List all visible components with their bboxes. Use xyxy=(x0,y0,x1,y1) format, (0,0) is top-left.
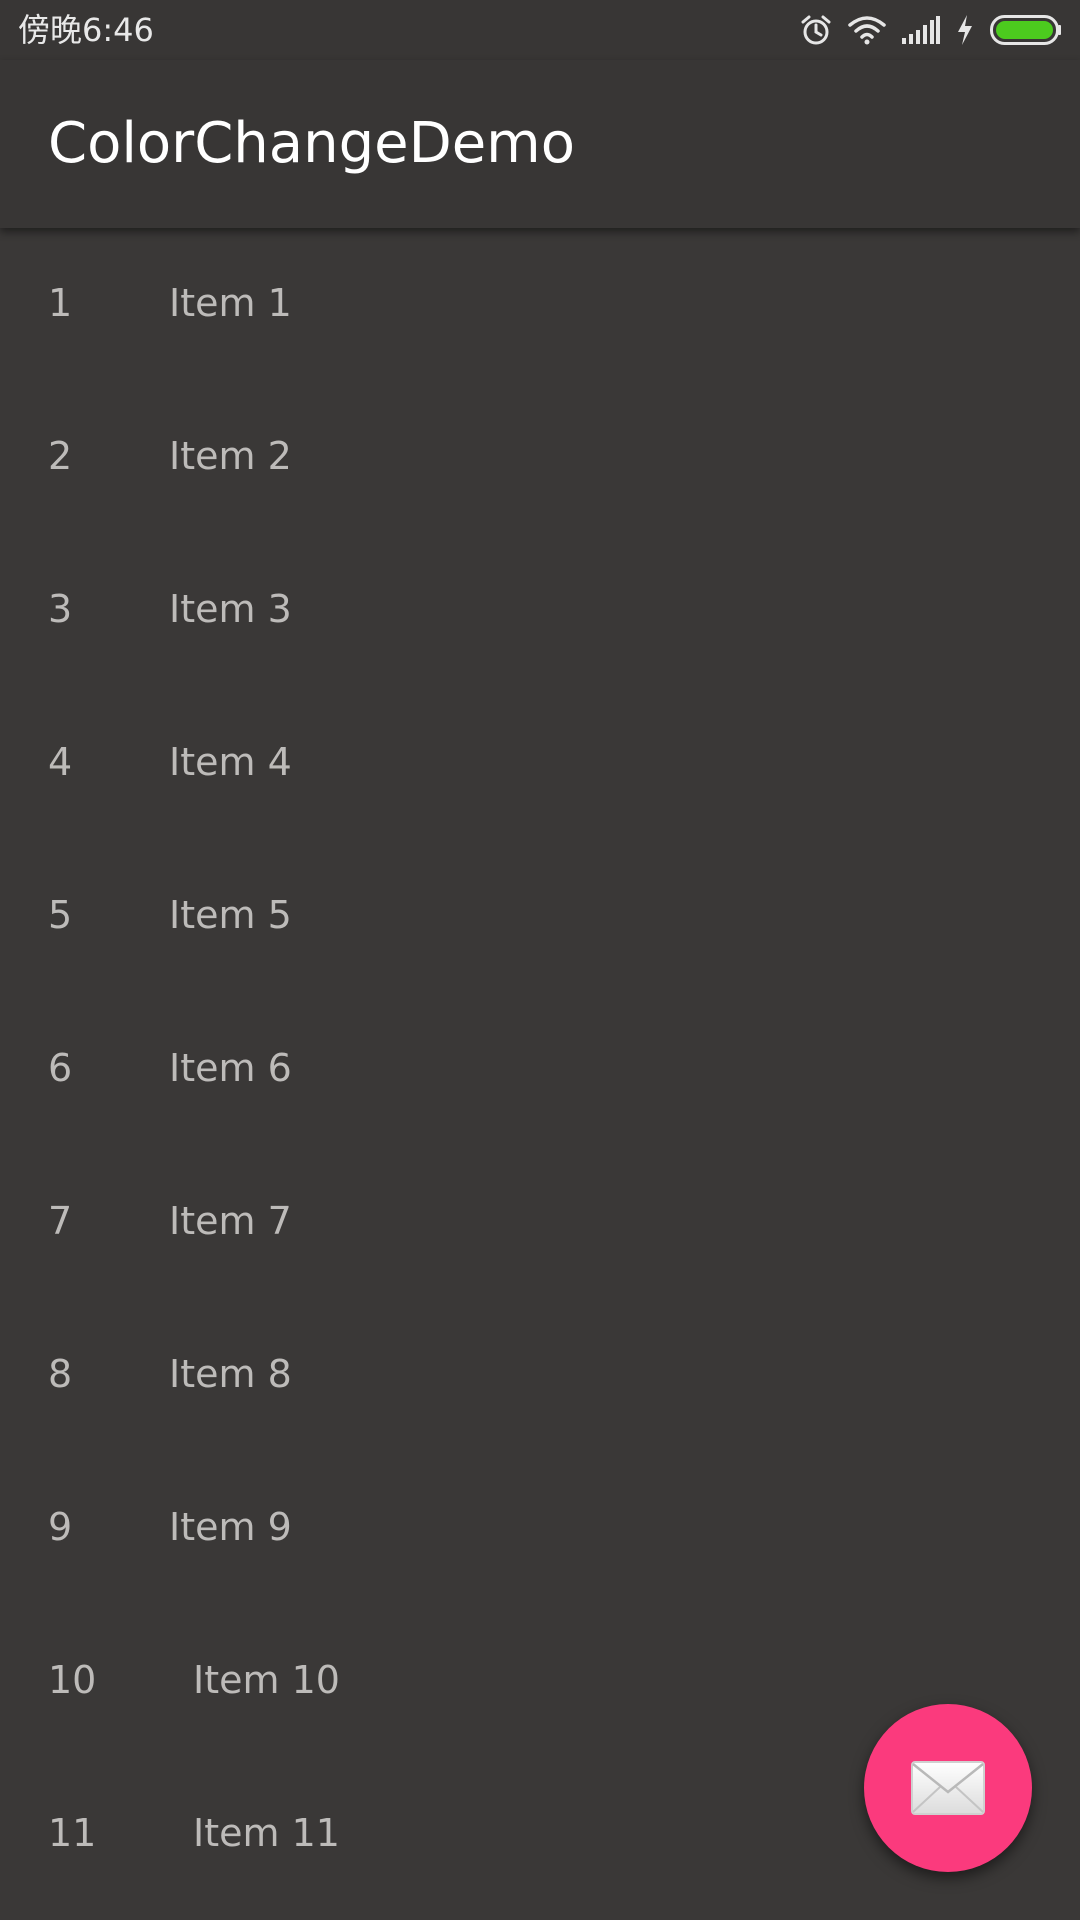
list-item[interactable]: 5 Item 5 xyxy=(0,840,1080,993)
item-label: Item 5 xyxy=(169,893,292,937)
item-label: Item 7 xyxy=(169,1199,292,1243)
app-bar: ColorChangeDemo xyxy=(0,60,1080,228)
item-number: 3 xyxy=(48,587,73,631)
list-item[interactable]: 4 Item 4 xyxy=(0,687,1080,840)
item-number: 6 xyxy=(48,1046,73,1090)
item-list[interactable]: 1 Item 1 2 Item 2 3 Item 3 4 Item 4 5 It… xyxy=(0,228,1080,1911)
list-item[interactable]: 3 Item 3 xyxy=(0,534,1080,687)
status-bar: 傍晚6:46 xyxy=(0,0,1080,60)
item-label: Item 6 xyxy=(169,1046,292,1090)
item-number: 10 xyxy=(48,1658,97,1702)
battery-icon xyxy=(990,15,1061,45)
item-label: Item 11 xyxy=(193,1811,340,1855)
wifi-icon xyxy=(848,16,886,45)
signal-icon xyxy=(902,16,940,44)
item-label: Item 2 xyxy=(169,434,292,478)
item-label: Item 4 xyxy=(169,740,292,784)
item-number: 7 xyxy=(48,1199,73,1243)
mail-icon xyxy=(911,1761,985,1815)
item-number: 4 xyxy=(48,740,73,784)
item-label: Item 9 xyxy=(169,1505,292,1549)
list-item[interactable]: 2 Item 2 xyxy=(0,381,1080,534)
compose-mail-fab[interactable] xyxy=(864,1704,1032,1872)
alarm-icon xyxy=(801,15,831,45)
app-title: ColorChangeDemo xyxy=(48,111,575,176)
item-number: 5 xyxy=(48,893,73,937)
item-number: 11 xyxy=(48,1811,97,1855)
list-item[interactable]: 8 Item 8 xyxy=(0,1299,1080,1452)
charging-icon xyxy=(958,15,972,45)
list-item[interactable]: 7 Item 7 xyxy=(0,1146,1080,1299)
status-icons xyxy=(800,12,1062,48)
item-number: 1 xyxy=(48,281,73,325)
item-label: Item 1 xyxy=(169,281,292,325)
item-number: 2 xyxy=(48,434,73,478)
item-label: Item 10 xyxy=(193,1658,340,1702)
item-number: 9 xyxy=(48,1505,73,1549)
item-number: 8 xyxy=(48,1352,73,1396)
list-item[interactable]: 9 Item 9 xyxy=(0,1452,1080,1605)
item-label: Item 8 xyxy=(169,1352,292,1396)
screen: 傍晚6:46 ColorChangeDemo 1 Item 1 2 Item 2… xyxy=(0,0,1080,1920)
status-time: 傍晚6:46 xyxy=(18,11,154,49)
list-item[interactable]: 1 Item 1 xyxy=(0,228,1080,381)
item-label: Item 3 xyxy=(169,587,292,631)
list-item[interactable]: 6 Item 6 xyxy=(0,993,1080,1146)
